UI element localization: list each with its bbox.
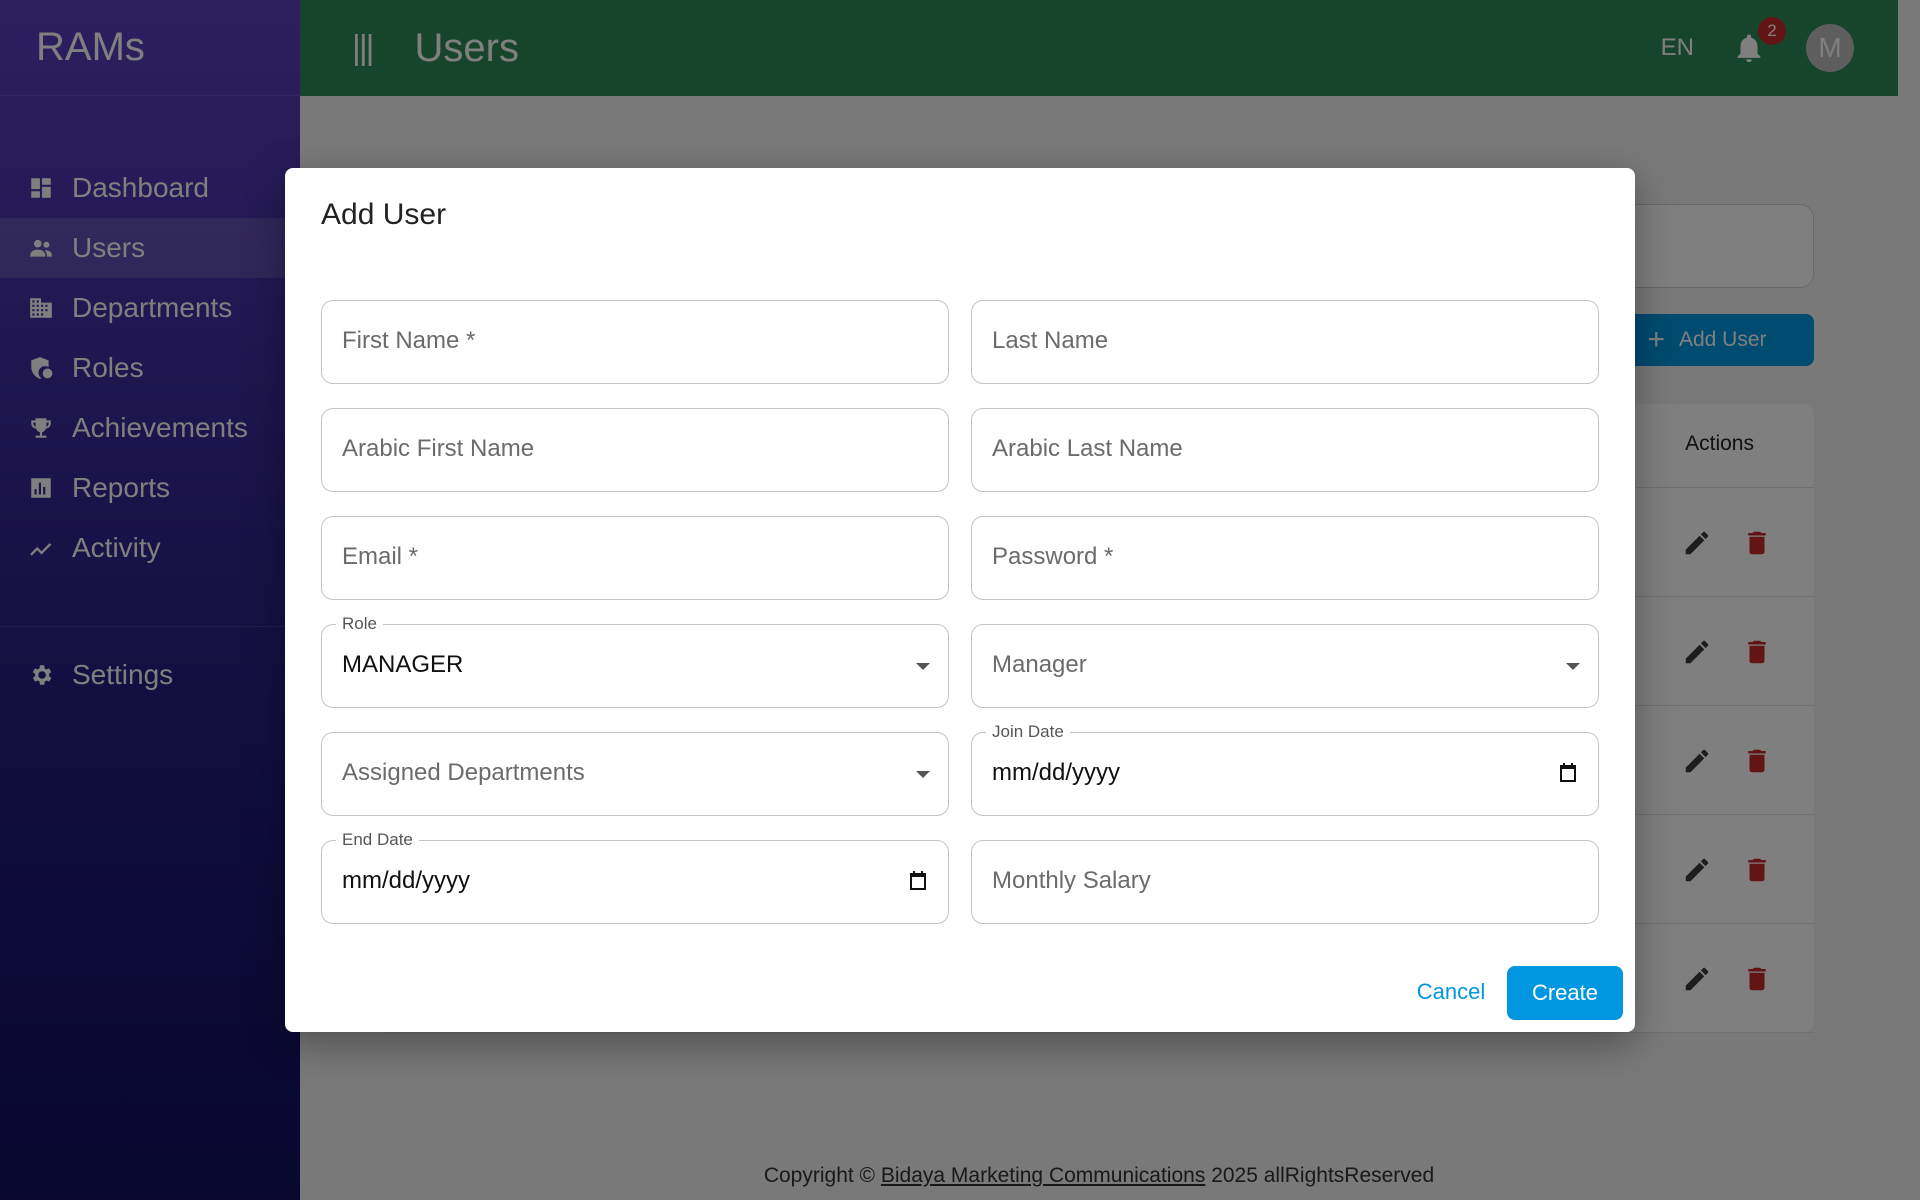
create-button[interactable]: Create: [1507, 966, 1623, 1020]
password-placeholder: Password *: [992, 543, 1114, 570]
first-name-placeholder: First Name *: [342, 327, 476, 354]
end-date-field[interactable]: End Date mm/dd/yyyy: [321, 830, 949, 924]
role-label: Role: [336, 614, 383, 634]
end-date-label: End Date: [336, 830, 419, 850]
join-date-value: mm/dd/yyyy: [992, 759, 1121, 786]
end-date-value: mm/dd/yyyy: [342, 867, 471, 894]
first-name-field[interactable]: First Name *: [321, 300, 949, 384]
email-field[interactable]: Email *: [321, 516, 949, 600]
join-date-field[interactable]: Join Date mm/dd/yyyy: [971, 722, 1599, 816]
role-select[interactable]: Role MANAGER: [321, 614, 949, 708]
calendar-icon[interactable]: [906, 869, 930, 893]
join-date-label: Join Date: [986, 722, 1070, 742]
dialog-title: Add User: [321, 198, 447, 231]
chevron-down-icon: [916, 663, 930, 670]
chevron-down-icon: [1566, 663, 1580, 670]
calendar-icon[interactable]: [1556, 761, 1580, 785]
manager-select[interactable]: Manager: [971, 624, 1599, 708]
manager-placeholder: Manager: [992, 651, 1087, 678]
last-name-field[interactable]: Last Name: [971, 300, 1599, 384]
password-field[interactable]: Password *: [971, 516, 1599, 600]
arabic-last-name-field[interactable]: Arabic Last Name: [971, 408, 1599, 492]
arabic-last-name-placeholder: Arabic Last Name: [992, 435, 1183, 462]
chevron-down-icon: [916, 771, 930, 778]
arabic-first-name-placeholder: Arabic First Name: [342, 435, 535, 462]
role-value: MANAGER: [342, 651, 464, 678]
email-placeholder: Email *: [342, 543, 419, 570]
arabic-first-name-field[interactable]: Arabic First Name: [321, 408, 949, 492]
last-name-placeholder: Last Name: [992, 327, 1109, 354]
monthly-salary-placeholder: Monthly Salary: [992, 867, 1151, 894]
add-user-dialog: Add User First Name * Last Name Arabic F…: [285, 168, 1635, 1032]
cancel-button[interactable]: Cancel: [1397, 966, 1505, 1018]
monthly-salary-field[interactable]: Monthly Salary: [971, 840, 1599, 924]
assigned-departments-placeholder: Assigned Departments: [342, 759, 585, 786]
assigned-departments-select[interactable]: Assigned Departments: [321, 732, 949, 816]
